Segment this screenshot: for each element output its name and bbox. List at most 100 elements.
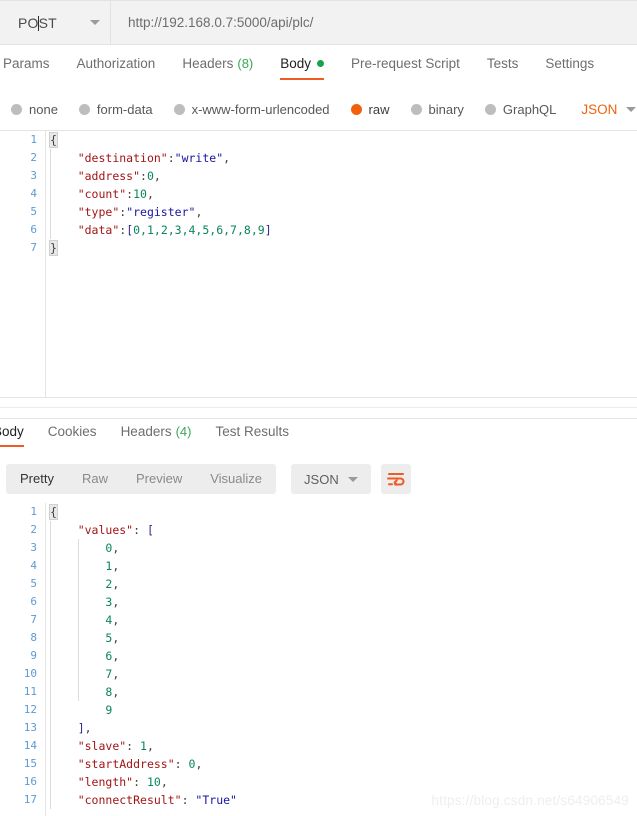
request-tab-body[interactable]: Body xyxy=(280,56,325,80)
response-body-line-number: 16 xyxy=(23,775,37,788)
raw-format-select[interactable]: JSON xyxy=(581,101,637,117)
response-body-line-number: 6 xyxy=(30,595,37,608)
chevron-down-icon xyxy=(90,20,100,25)
request-body-line: "count":10, xyxy=(46,185,637,203)
request-tab-headers[interactable]: Headers (8) xyxy=(182,56,253,80)
response-format-select[interactable]: JSON xyxy=(291,464,371,494)
request-tab-params[interactable]: Params xyxy=(3,56,50,80)
response-body-line: "length": 10, xyxy=(46,773,637,791)
response-body-line: 5, xyxy=(46,629,637,647)
code-token: ] xyxy=(77,721,85,735)
body-type-graphql[interactable]: GraphQL xyxy=(484,102,556,117)
body-type-raw[interactable]: raw xyxy=(350,102,390,117)
response-gutter: 1 2 3 4 5 6 7 8 9 10 11 12 13 14 15 16 17 xyxy=(0,503,46,816)
code-token: "data" xyxy=(77,223,120,237)
radio-button-icon xyxy=(350,103,362,115)
code-token: "True" xyxy=(195,793,237,807)
response-body-line: "startAddress": 0, xyxy=(46,755,637,773)
code-token: , xyxy=(112,541,120,555)
code-token: [ xyxy=(146,523,154,537)
response-tab-test-results[interactable]: Test Results xyxy=(215,424,289,447)
response-body-line-number: 14 xyxy=(23,739,37,752)
request-body-editor[interactable]: 1234567 { "destination":"write", "addres… xyxy=(0,131,637,397)
response-view-pretty[interactable]: Pretty xyxy=(6,464,68,494)
code-token: , xyxy=(112,685,120,699)
request-tab-tests[interactable]: Tests xyxy=(487,56,519,80)
response-body-line: 4, xyxy=(46,611,637,629)
tab-label: Test Results xyxy=(215,424,290,439)
tab-label: Headers xyxy=(120,424,172,439)
code-token: : xyxy=(174,757,189,771)
code-token: , xyxy=(84,721,92,735)
code-token: , xyxy=(112,559,120,573)
body-type-x-www-form-urlencoded[interactable]: x-www-form-urlencoded xyxy=(173,102,330,117)
request-body-line-number: 4 xyxy=(30,187,37,200)
response-view-preview[interactable]: Preview xyxy=(122,464,196,494)
code-token: "destination" xyxy=(77,151,168,165)
request-tab-settings[interactable]: Settings xyxy=(545,56,594,80)
response-body-line: ], xyxy=(46,719,637,737)
code-token: , xyxy=(112,667,120,681)
request-body-line: { xyxy=(46,131,637,149)
response-tab-cookies[interactable]: Cookies xyxy=(48,424,97,447)
response-body-line: "values": [ xyxy=(46,521,637,539)
code-token: "slave" xyxy=(77,739,127,753)
response-body-line: { xyxy=(46,503,637,521)
tab-label: Body xyxy=(280,56,312,71)
response-body-line-number: 17 xyxy=(23,793,37,806)
code-token: : xyxy=(133,523,147,537)
tab-label: Authorization xyxy=(76,56,156,71)
body-type-none[interactable]: none xyxy=(11,102,58,117)
brace-highlight: { xyxy=(49,504,58,520)
word-wrap-button[interactable] xyxy=(380,464,411,494)
response-body-line-number: 8 xyxy=(30,631,37,644)
code-token: "register" xyxy=(126,205,196,219)
pane-separator-upper xyxy=(0,407,637,408)
request-body-line: } xyxy=(46,239,637,257)
request-code[interactable]: { "destination":"write", "address":0, "c… xyxy=(46,131,637,257)
code-token: , xyxy=(112,577,120,591)
code-token: 10 xyxy=(146,775,161,789)
response-body-line-number: 9 xyxy=(30,649,37,662)
code-token: "startAddress" xyxy=(77,757,175,771)
response-body-line: 7, xyxy=(46,665,637,683)
request-tab-pre-request-script[interactable]: Pre-request Script xyxy=(351,56,460,80)
code-token: , xyxy=(112,613,120,627)
body-type-form-data[interactable]: form-data xyxy=(78,102,153,117)
request-body-line: "address":0, xyxy=(46,167,637,185)
request-tab-authorization[interactable]: Authorization xyxy=(77,56,156,80)
raw-format-label: JSON xyxy=(581,101,618,117)
response-body-line-number: 13 xyxy=(23,721,37,734)
code-token: "count" xyxy=(77,187,127,201)
http-method-select[interactable]: POST xyxy=(0,0,111,45)
response-body-line-number: 2 xyxy=(30,523,37,536)
code-token: , xyxy=(146,187,154,201)
response-code: { "values": [ 0, 1, 2, 3, 4, 5, 6, 7, 8,… xyxy=(46,503,637,809)
word-wrap-icon xyxy=(386,473,405,486)
url-input[interactable]: http://192.168.0.7:5000/api/plc/ xyxy=(111,0,637,45)
request-body-line-number: 6 xyxy=(30,223,37,236)
body-type-binary[interactable]: binary xyxy=(410,102,464,117)
response-body-editor[interactable]: 1 2 3 4 5 6 7 8 9 10 11 12 13 14 15 16 17 { "values": [ … xyxy=(0,503,637,816)
pane-separator-lower xyxy=(0,418,637,419)
request-body-line-number: 3 xyxy=(30,169,37,182)
indent-guide xyxy=(50,149,51,239)
response-view-visualize[interactable]: Visualize xyxy=(196,464,276,494)
code-token: , xyxy=(195,757,203,771)
tab-label: Body xyxy=(0,424,24,439)
http-method-label: POST xyxy=(18,14,57,31)
request-body-line-number: 1 xyxy=(30,133,37,146)
tab-label: Settings xyxy=(545,56,595,71)
response-view-raw[interactable]: Raw xyxy=(68,464,122,494)
response-tab-body[interactable]: Body xyxy=(0,424,24,447)
response-tab-headers[interactable]: Headers (4) xyxy=(121,424,192,447)
code-token: , xyxy=(112,595,120,609)
request-editor-bottom-divider xyxy=(0,397,637,398)
response-tab-bar: Body Cookies Headers(4) Test Results xyxy=(0,424,637,454)
